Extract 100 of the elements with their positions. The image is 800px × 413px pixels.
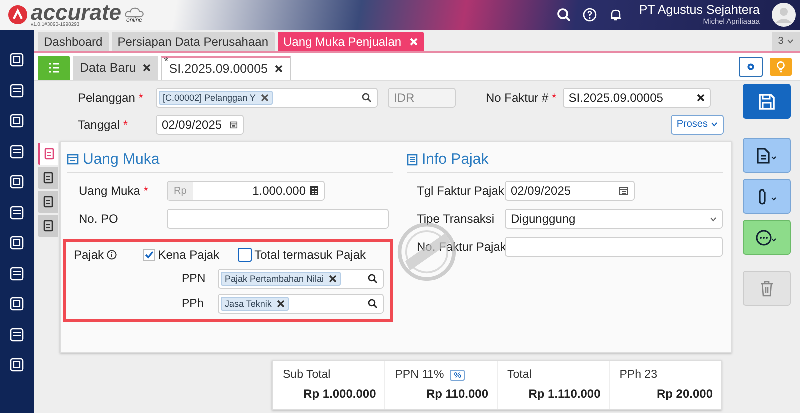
module-icon[interactable] bbox=[8, 264, 26, 282]
logo-icon bbox=[8, 5, 28, 25]
lightbulb-icon bbox=[776, 60, 786, 72]
save-icon bbox=[757, 92, 777, 112]
calendar-icon[interactable] bbox=[230, 120, 238, 130]
search-icon[interactable] bbox=[557, 8, 572, 22]
total-label: PPh 23 bbox=[620, 369, 658, 381]
field-label: PPh bbox=[182, 298, 205, 310]
save-button[interactable] bbox=[743, 84, 791, 119]
chevron-down-icon bbox=[711, 122, 718, 127]
page-tab[interactable]: Uang Muka Penjualan bbox=[278, 32, 424, 51]
tax-tag: Jasa Teknik bbox=[221, 297, 289, 311]
module-icon[interactable] bbox=[8, 142, 26, 160]
page-tab[interactable]: Dashboard bbox=[38, 32, 109, 51]
total-value: Rp 110.000 bbox=[426, 387, 488, 401]
remove-icon[interactable] bbox=[260, 94, 269, 102]
delete-button[interactable] bbox=[743, 271, 791, 306]
module-icon[interactable] bbox=[8, 356, 26, 374]
module-icon[interactable] bbox=[8, 112, 26, 130]
section-title: Info Pajak bbox=[422, 151, 489, 168]
settings-icon bbox=[746, 62, 756, 72]
document-menu-button[interactable] bbox=[743, 138, 791, 173]
process-button[interactable]: Proses bbox=[670, 114, 724, 134]
tax-invoice-field[interactable] bbox=[505, 237, 723, 257]
transaction-type-dropdown[interactable]: Digunggung bbox=[505, 209, 723, 229]
more-menu-button[interactable] bbox=[743, 220, 791, 255]
more-icon bbox=[755, 228, 779, 246]
help-icon[interactable] bbox=[583, 8, 598, 22]
po-number-field[interactable] bbox=[167, 209, 389, 229]
avatar-icon[interactable] bbox=[772, 3, 796, 27]
module-icon[interactable] bbox=[8, 51, 26, 69]
document-tab[interactable]: *SI.2025.09.00005 bbox=[161, 56, 291, 80]
field-label: Pelanggan * bbox=[78, 90, 144, 104]
calculator-icon[interactable] bbox=[310, 186, 319, 196]
clear-icon[interactable] bbox=[696, 94, 705, 102]
chevron-down-icon bbox=[710, 216, 717, 222]
module-icon[interactable] bbox=[8, 326, 26, 344]
calendar-icon[interactable] bbox=[619, 186, 629, 196]
field-label: Uang Muka * bbox=[78, 184, 150, 198]
info-icon bbox=[107, 250, 118, 260]
total-value: Rp 20.000 bbox=[656, 387, 713, 401]
ppn-field[interactable]: Pajak Pertambahan Nilai bbox=[218, 269, 384, 289]
side-tab[interactable] bbox=[38, 167, 58, 189]
remove-icon[interactable] bbox=[329, 275, 338, 283]
amount-field[interactable]: Rp 1.000.000 bbox=[167, 181, 325, 201]
currency-field: IDR bbox=[388, 88, 456, 108]
field-label: No. Faktur Pajak bbox=[416, 240, 505, 254]
invoice-number-field[interactable]: SI.2025.09.00005 bbox=[562, 88, 711, 108]
attachment-menu-button[interactable] bbox=[743, 179, 791, 214]
total-label: PPN 11% bbox=[395, 369, 444, 381]
module-icon[interactable] bbox=[8, 82, 26, 100]
total-value: Rp 1.000.000 bbox=[304, 387, 376, 401]
unsaved-mark: * bbox=[164, 57, 169, 68]
field-label: PPN bbox=[182, 273, 207, 285]
document-tab[interactable]: Data Baru bbox=[73, 56, 158, 80]
total-value: Rp 1.110.000 bbox=[528, 387, 601, 401]
currency-prefix: Rp bbox=[168, 182, 193, 200]
customer-field[interactable]: [C.00002] Pelanggan Y bbox=[156, 88, 378, 108]
percent-button[interactable]: % bbox=[450, 370, 466, 380]
cloud-icon bbox=[124, 6, 145, 18]
total-label: Sub Total bbox=[283, 369, 331, 381]
form-icon bbox=[67, 154, 79, 165]
bell-icon[interactable] bbox=[609, 8, 624, 22]
pph-field[interactable]: Jasa Teknik bbox=[218, 294, 384, 314]
date-field[interactable]: 02/09/2025 bbox=[156, 114, 244, 134]
checkbox[interactable]: Total termasuk Pajak bbox=[238, 248, 366, 262]
checkbox[interactable]: Kena Pajak bbox=[143, 248, 220, 262]
module-icon[interactable] bbox=[8, 295, 26, 313]
side-tab[interactable] bbox=[38, 215, 58, 237]
tax-date-field[interactable]: 02/09/2025 bbox=[505, 181, 635, 201]
total-label: Total bbox=[508, 369, 532, 381]
tax-tag: Pajak Pertambahan Nilai bbox=[221, 272, 342, 286]
section-title: Uang Muka bbox=[83, 151, 160, 168]
tab-count-button[interactable]: 3 bbox=[772, 32, 800, 51]
remove-icon[interactable] bbox=[276, 300, 285, 308]
search-icon[interactable] bbox=[368, 274, 378, 284]
field-label: Pajak bbox=[74, 248, 104, 262]
company-name: PT Agustus Sejahtera bbox=[639, 4, 760, 18]
field-label: No. PO bbox=[78, 212, 120, 226]
customer-tag: [C.00002] Pelanggan Y bbox=[159, 90, 273, 104]
search-icon[interactable] bbox=[362, 92, 372, 102]
tax-document-icon bbox=[407, 154, 418, 166]
field-label: Tgl Faktur Pajak bbox=[416, 184, 505, 198]
field-label: Tanggal * bbox=[78, 118, 130, 132]
module-icon[interactable] bbox=[8, 173, 26, 191]
logo-text: accurate bbox=[31, 2, 122, 22]
module-icon[interactable] bbox=[8, 204, 26, 222]
side-tab[interactable] bbox=[38, 191, 58, 213]
document-icon bbox=[755, 146, 779, 164]
page-tab[interactable]: Persiapan Data Perusahaan bbox=[112, 32, 274, 51]
check-icon bbox=[144, 251, 154, 259]
close-icon[interactable] bbox=[274, 65, 283, 73]
close-icon[interactable] bbox=[143, 64, 152, 72]
document-tab-icon bbox=[44, 148, 54, 160]
field-label: Tipe Transaksi bbox=[416, 212, 496, 226]
side-tab[interactable] bbox=[38, 143, 58, 165]
module-icon[interactable] bbox=[8, 234, 26, 252]
settings-button[interactable] bbox=[739, 56, 763, 76]
search-icon[interactable] bbox=[368, 299, 378, 309]
trash-icon bbox=[759, 280, 775, 298]
